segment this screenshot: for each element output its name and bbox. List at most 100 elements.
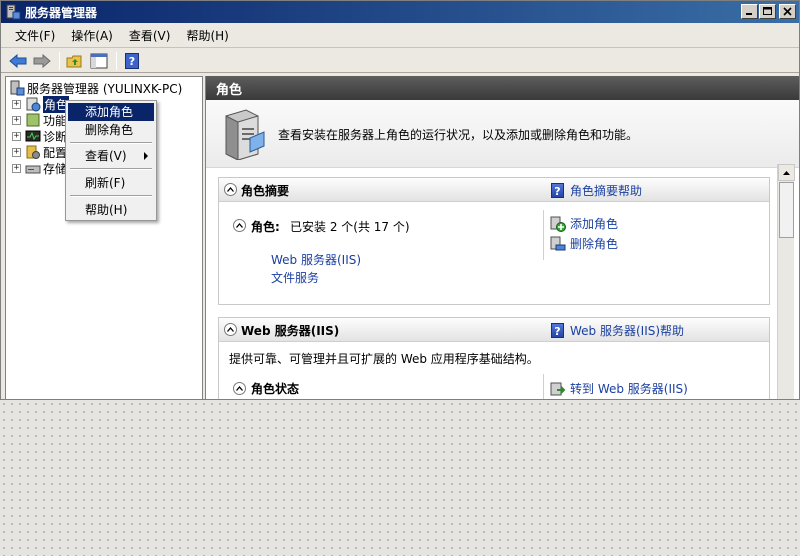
intro-banner: 查看安装在服务器上角色的运行状况，以及添加或删除角色和功能。 <box>206 100 799 168</box>
expand-icon[interactable]: + <box>12 147 21 157</box>
minimize-icon <box>746 13 752 15</box>
folder-up-icon <box>66 55 82 67</box>
back-arrow-icon <box>9 53 27 68</box>
server-icon <box>10 80 25 96</box>
toolbar-separator <box>59 51 60 70</box>
server-roles-large-icon <box>225 109 265 160</box>
toolbar-separator <box>116 51 117 70</box>
close-button[interactable] <box>779 4 796 19</box>
expand-icon[interactable]: + <box>12 131 21 141</box>
forward-arrow-icon <box>33 53 51 68</box>
roles-label: 角色: <box>251 220 280 234</box>
menu-file[interactable]: 文件(F) <box>7 26 63 46</box>
toolbar: ? <box>1 49 799 73</box>
collapse-icon[interactable] <box>224 183 237 196</box>
tree-root[interactable]: 服务器管理器 (YULINXK-PC) <box>9 80 182 96</box>
ctx-remove-role[interactable]: 删除角色 <box>68 121 154 139</box>
server-manager-window: 服务器管理器 文件(F) 操作(A) 查看(V) 帮助(H) ? 服务器管理器 … <box>0 0 800 400</box>
minimize-button[interactable] <box>741 4 758 19</box>
goto-icon <box>550 382 566 395</box>
roles-icon <box>26 97 41 112</box>
web-server-actions: 转到 Web 服务器(IIS) <box>543 374 759 399</box>
web-server-title: Web 服务器(IIS) <box>241 324 340 338</box>
content-pane: 角色 查看安装在服务器上角色的运行状况，以及添加或删除角色和功能。 角色摘要 ?… <box>205 76 799 399</box>
content-scrollbar[interactable] <box>777 164 795 399</box>
back-button[interactable] <box>7 51 29 71</box>
remove-roles-label: 删除角色 <box>570 237 619 251</box>
window-controls <box>740 4 796 19</box>
forward-button[interactable] <box>31 51 53 71</box>
title-bar[interactable]: 服务器管理器 <box>1 1 799 23</box>
role-status-title: 角色状态 <box>251 382 300 396</box>
menu-action[interactable]: 操作(A) <box>63 26 121 46</box>
role-summary-help-label: 角色摘要帮助 <box>570 184 643 198</box>
expand-icon[interactable]: + <box>12 163 21 173</box>
ctx-refresh[interactable]: 刷新(F) <box>68 174 154 192</box>
tree-item-diagnostics[interactable]: + 诊断 <box>12 128 67 144</box>
storage-icon <box>25 165 41 174</box>
tree-item-label: 配置 <box>43 145 68 160</box>
tree-item-label: 存储 <box>43 161 68 176</box>
remove-roles-icon <box>550 236 566 250</box>
content-header: 角色 <box>206 76 799 100</box>
web-server-help-label: Web 服务器(IIS)帮助 <box>570 324 685 338</box>
installed-role-web-server[interactable]: Web 服务器(IIS) <box>271 251 361 268</box>
ctx-separator <box>70 142 152 144</box>
intro-text: 查看安装在服务器上角色的运行状况，以及添加或删除角色和功能。 <box>278 128 639 142</box>
goto-web-server-label: 转到 Web 服务器(IIS) <box>570 382 688 396</box>
role-summary-header[interactable]: 角色摘要 ? 角色摘要帮助 <box>219 178 769 202</box>
ctx-add-role[interactable]: 添加角色 <box>68 103 154 121</box>
up-level-button[interactable] <box>64 51 86 71</box>
configuration-icon <box>26 145 40 159</box>
tree-item-configuration[interactable]: + 配置 <box>12 144 67 160</box>
tree-item-label: 功能 <box>43 113 68 128</box>
maximize-icon <box>763 7 772 15</box>
add-roles-label: 添加角色 <box>570 217 619 231</box>
roles-collapse-icon[interactable] <box>233 219 246 232</box>
context-menu: 添加角色 删除角色 查看(V) 刷新(F) 帮助(H) <box>65 100 157 221</box>
server-manager-icon <box>6 4 21 20</box>
add-roles-icon <box>550 216 566 232</box>
maximize-button[interactable] <box>759 4 776 19</box>
diagnostics-icon <box>25 130 41 142</box>
help-button[interactable]: ? <box>121 51 143 71</box>
features-icon <box>26 113 40 127</box>
scroll-up-button[interactable] <box>778 164 795 181</box>
submenu-arrow-icon <box>144 152 148 160</box>
ctx-view[interactable]: 查看(V) <box>68 147 154 165</box>
add-roles-link[interactable]: 添加角色 <box>550 215 618 232</box>
ctx-help[interactable]: 帮助(H) <box>68 201 154 219</box>
tree-item-features[interactable]: + 功能 <box>12 112 67 128</box>
help-icon: ? <box>551 183 564 198</box>
remove-roles-link[interactable]: 删除角色 <box>550 235 618 252</box>
menu-help[interactable]: 帮助(H) <box>178 26 236 46</box>
scroll-thumb[interactable] <box>779 182 794 238</box>
expand-icon[interactable]: + <box>12 99 21 109</box>
web-server-section: Web 服务器(IIS) ? Web 服务器(IIS)帮助 提供可靠、可管理并且… <box>218 317 770 399</box>
show-hide-console-tree-button[interactable] <box>88 51 110 71</box>
menu-view[interactable]: 查看(V) <box>121 26 179 46</box>
installed-role-file-services[interactable]: 文件服务 <box>271 269 319 286</box>
console-tree-icon <box>90 53 108 68</box>
ctx-separator <box>70 168 152 170</box>
menu-bar: 文件(F) 操作(A) 查看(V) 帮助(H) <box>1 24 799 48</box>
role-status-collapse-icon[interactable] <box>233 382 246 395</box>
help-icon: ? <box>551 323 564 338</box>
expand-icon[interactable]: + <box>12 115 21 125</box>
tree-root-label: 服务器管理器 (YULINXK-PC) <box>27 81 183 96</box>
close-icon <box>783 7 792 16</box>
goto-web-server-link[interactable]: 转到 Web 服务器(IIS) <box>550 380 688 397</box>
web-server-header[interactable]: Web 服务器(IIS) ? Web 服务器(IIS)帮助 <box>219 318 769 342</box>
ctx-separator <box>70 195 152 197</box>
ctx-view-label: 查看(V) <box>85 149 127 163</box>
roles-count: 已安装 2 个(共 17 个) <box>290 220 410 234</box>
window-title: 服务器管理器 <box>25 5 98 20</box>
role-summary-title: 角色摘要 <box>241 184 290 198</box>
tree-item-label: 诊断 <box>43 129 68 144</box>
svg-text:?: ? <box>129 55 135 68</box>
role-summary-help-link[interactable]: ? 角色摘要帮助 <box>551 182 642 199</box>
web-server-help-link[interactable]: ? Web 服务器(IIS)帮助 <box>551 322 684 339</box>
tree-item-storage[interactable]: + 存储 <box>12 160 67 176</box>
collapse-icon[interactable] <box>224 323 237 336</box>
tree-item-roles[interactable]: + 角色 <box>12 95 70 113</box>
